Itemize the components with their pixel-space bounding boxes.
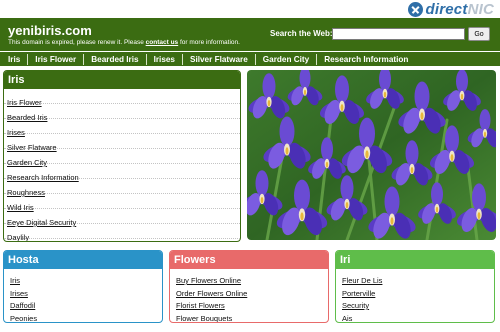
hosta-panel: Hosta Iris Irises Daffodil Peonies <box>3 250 163 323</box>
iri-panel-title: Iri <box>336 251 494 269</box>
link-eeye-digital-security[interactable]: Eeye Digital Security <box>7 218 76 227</box>
directnic-logo[interactable]: directNIC <box>407 0 495 18</box>
list-item: Irises <box>10 283 162 298</box>
link-research-information[interactable]: Research Information <box>7 173 79 182</box>
iris-links-panel: Iris Iris Flower Bearded Iris Irises Sil… <box>3 70 241 242</box>
nav-item-research-information[interactable]: Research Information <box>316 53 415 65</box>
search-label: Search the Web: <box>270 29 333 38</box>
top-strip: directNIC <box>0 0 500 18</box>
brand-nic-text: NIC <box>467 0 494 18</box>
iris-flowers-photo <box>247 70 496 240</box>
nav-item-irises[interactable]: Irises <box>145 53 182 65</box>
contact-us-link[interactable]: contact us <box>146 39 179 46</box>
link-iris-flower[interactable]: Iris Flower <box>7 98 42 107</box>
iris-flowers-image <box>247 70 496 240</box>
list-item: Roughness <box>4 179 240 197</box>
expired-notice: This domain is expired, please renew it.… <box>8 39 240 46</box>
flowers-panel: Flowers Buy Flowers Online Order Flowers… <box>169 250 329 323</box>
list-item: Garden City <box>4 149 240 167</box>
list-item: Porterville <box>342 283 494 298</box>
link-flower-bouquets[interactable]: Flower Bouquets <box>176 314 232 323</box>
list-item: Flower Bouquets <box>176 308 328 323</box>
link-ais[interactable]: Ais <box>342 314 352 323</box>
site-header: yenibiris.com This domain is expired, pl… <box>0 18 500 51</box>
iri-panel: Iri Fleur De Lis Porterville Security Ai… <box>335 250 495 323</box>
list-item: Iris Flower <box>4 89 240 107</box>
top-nav: Iris Iris Flower Bearded Iris Irises Sil… <box>0 51 500 66</box>
directnic-logo-icon <box>407 1 423 17</box>
link-daylily[interactable]: Daylily <box>7 233 29 241</box>
nav-item-silver-flatware[interactable]: Silver Flatware <box>181 53 255 65</box>
link-wild-iris[interactable]: Wild Iris <box>7 203 34 212</box>
flowers-panel-title: Flowers <box>170 251 328 269</box>
list-item: Bearded Iris <box>4 104 240 122</box>
nav-item-iris-flower[interactable]: Iris Flower <box>27 53 83 65</box>
list-item: Iris <box>10 270 162 285</box>
hosta-panel-title: Hosta <box>4 251 162 269</box>
list-item: Buy Flowers Online <box>176 270 328 285</box>
list-item: Peonies <box>10 308 162 323</box>
link-peonies[interactable]: Peonies <box>10 314 37 323</box>
iris-link-list: Iris Flower Bearded Iris Irises Silver F… <box>4 89 240 241</box>
link-roughness[interactable]: Roughness <box>7 188 45 197</box>
link-irises[interactable]: Irises <box>7 128 25 137</box>
list-item: Daffodil <box>10 295 162 310</box>
go-button[interactable]: Go <box>468 27 490 41</box>
list-item: Florist Flowers <box>176 295 328 310</box>
list-item: Eeye Digital Security <box>4 209 240 227</box>
brand-direct-text: direct <box>425 0 468 18</box>
list-item: Fleur De Lis <box>342 270 494 285</box>
link-silver-flatware[interactable]: Silver Flatware <box>7 143 57 152</box>
list-item: Research Information <box>4 164 240 182</box>
nav-item-bearded-iris[interactable]: Bearded Iris <box>83 53 145 65</box>
link-garden-city[interactable]: Garden City <box>7 158 47 167</box>
iris-panel-title: Iris <box>4 71 240 89</box>
list-item: Order Flowers Online <box>176 283 328 298</box>
nav-item-garden-city[interactable]: Garden City <box>254 53 316 65</box>
site-name: yenibiris.com <box>8 23 92 38</box>
list-item: Security <box>342 295 494 310</box>
nav-item-iris[interactable]: Iris <box>6 54 27 65</box>
link-bearded-iris[interactable]: Bearded Iris <box>7 113 47 122</box>
list-item: Silver Flatware <box>4 134 240 152</box>
search-input[interactable] <box>332 28 465 40</box>
